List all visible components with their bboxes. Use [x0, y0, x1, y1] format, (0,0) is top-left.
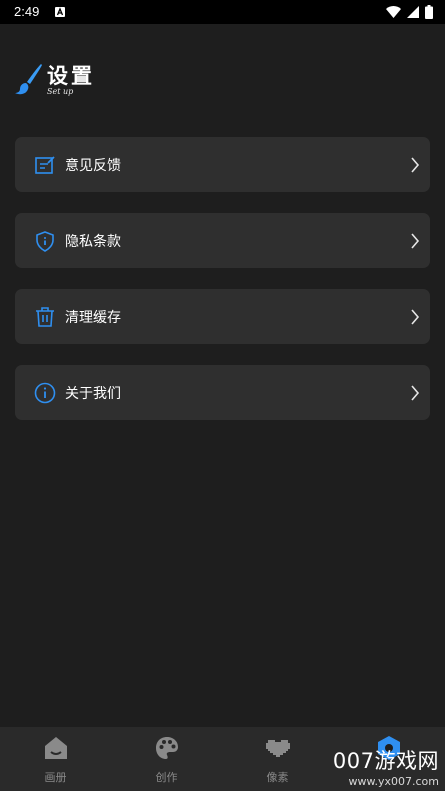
tab-label: 像素 — [266, 771, 289, 784]
privacy-shield-icon — [36, 231, 54, 252]
menu-item-feedback[interactable]: 意见反馈 — [15, 137, 430, 192]
menu-item-about[interactable]: 关于我们 — [15, 365, 430, 420]
pixel-heart-icon — [265, 740, 290, 757]
chevron-right-icon — [411, 157, 420, 173]
status-icons — [386, 5, 433, 19]
tab-label: 创作 — [155, 771, 178, 784]
menu-item-label: 意见反馈 — [65, 158, 121, 174]
chevron-right-icon — [411, 385, 420, 401]
notification-a-icon — [55, 7, 65, 17]
signal-icon — [407, 6, 419, 18]
menu-item-privacy[interactable]: 隐私条款 — [15, 213, 430, 268]
page-subtitle: Set up — [47, 87, 74, 96]
menu-item-label: 关于我们 — [65, 386, 121, 402]
tab-label: 画册 — [44, 771, 67, 784]
watermark: 007游戏网 www.yx007.com — [327, 745, 439, 788]
page-header: 设置 Set up — [14, 58, 134, 102]
status-time: 2:49 — [14, 4, 40, 19]
status-bar: 2:49 — [0, 0, 445, 24]
wifi-icon — [386, 6, 401, 18]
page-title: 设置 — [47, 64, 95, 88]
trash-icon — [36, 307, 54, 327]
watermark-url: www.yx007.com — [348, 775, 439, 788]
palette-icon — [155, 737, 178, 759]
paintbrush-icon — [15, 64, 42, 95]
tab-pixel[interactable]: 像素 — [222, 727, 333, 791]
menu-item-clear-cache[interactable]: 清理缓存 — [15, 289, 430, 344]
menu-item-label: 清理缓存 — [65, 310, 121, 326]
feedback-edit-icon — [35, 156, 55, 174]
chevron-right-icon — [411, 309, 420, 325]
watermark-title: 007游戏网 — [332, 749, 439, 773]
info-circle-icon — [34, 382, 56, 404]
chevron-right-icon — [411, 233, 420, 249]
tab-album[interactable]: 画册 — [0, 727, 111, 791]
tab-create[interactable]: 创作 — [111, 727, 222, 791]
menu-item-label: 隐私条款 — [65, 234, 121, 250]
home-icon — [44, 737, 67, 759]
battery-icon — [425, 5, 433, 19]
